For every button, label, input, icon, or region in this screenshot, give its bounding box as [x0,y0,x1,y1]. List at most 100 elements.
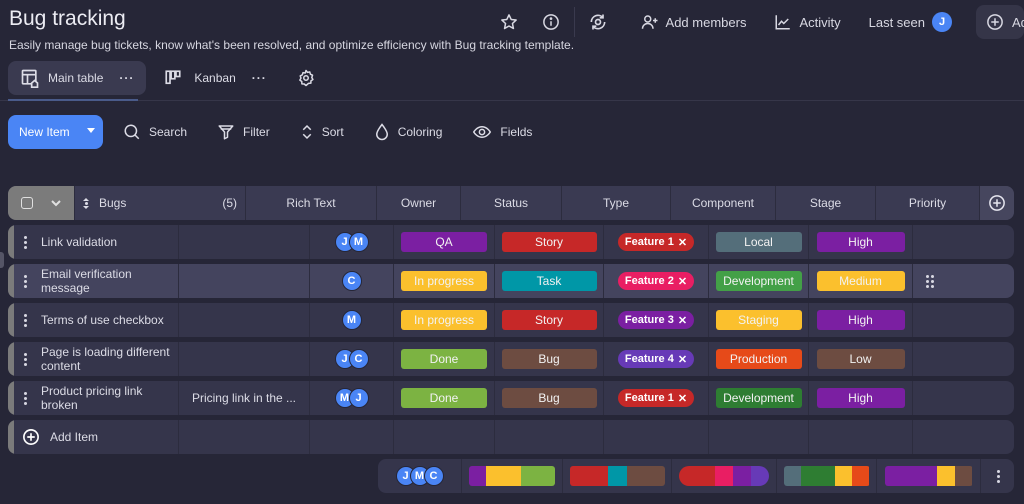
tab-menu-icon[interactable]: ··· [119,71,134,85]
item-name-cell[interactable]: Email verification message [14,264,179,298]
priority-cell[interactable]: Low [809,342,913,376]
column-header-status[interactable]: Status [461,186,562,220]
stage-cell[interactable]: Local [709,225,809,259]
status-cell[interactable]: In progress [394,303,495,337]
rich-text-cell[interactable] [179,303,310,337]
row-extra-cell[interactable] [913,264,947,298]
component-cell[interactable]: Feature 3 ✕ [604,303,709,337]
row-menu-icon[interactable] [24,274,27,288]
column-header-priority[interactable]: Priority [876,186,980,220]
row-menu-icon[interactable] [24,352,27,366]
avatar[interactable]: M [341,310,362,330]
rich-text-cell[interactable]: Pricing link in the ... [179,381,310,415]
add-item-button[interactable]: Add Item [14,420,179,454]
fields-button[interactable]: Fields [472,123,532,141]
search-button[interactable]: Search [123,123,187,141]
avatar[interactable]: M [348,232,369,252]
view-settings-button[interactable] [285,61,327,95]
rich-text-cell[interactable] [179,342,310,376]
priority-cell[interactable]: High [809,303,913,337]
status-cell[interactable]: Done [394,381,495,415]
column-header-rich-text[interactable]: Rich Text [246,186,377,220]
table-row[interactable]: Product pricing link broken Pricing link… [8,381,1014,415]
drag-grip-icon[interactable] [926,274,934,288]
group-header[interactable]: Bugs (5) [75,186,246,220]
component-cell[interactable]: Feature 1 ✕ [604,225,709,259]
type-cell[interactable]: Bug [495,342,604,376]
item-name-cell[interactable]: Product pricing link broken [14,381,179,415]
column-header-owner[interactable]: Owner [377,186,461,220]
table-row[interactable]: Page is loading different content JC Don… [8,342,1014,376]
column-header-stage[interactable]: Stage [776,186,876,220]
row-menu-icon[interactable] [24,235,27,249]
sync-icon[interactable] [583,7,613,37]
table-row[interactable]: Email verification message C In progress… [8,264,1014,298]
row-menu-icon[interactable] [24,313,27,327]
rich-text-cell[interactable] [179,264,310,298]
summary-menu-button[interactable] [981,459,1014,493]
filter-button[interactable]: Filter [217,123,270,141]
owner-cell[interactable]: C [310,264,394,298]
add-button[interactable]: Add [976,5,1024,39]
add-members-button[interactable]: Add members [627,6,761,38]
star-icon[interactable] [494,7,524,37]
remove-tag-icon[interactable]: ✕ [678,392,687,405]
type-cell[interactable]: Story [495,303,604,337]
tab-menu-icon[interactable]: ··· [252,71,267,85]
remove-tag-icon[interactable]: ✕ [678,353,687,366]
stage-badge: Development [715,388,802,408]
stage-cell[interactable]: Development [709,264,809,298]
priority-badge: Low [816,349,905,369]
avatar[interactable]: C [341,271,362,291]
info-icon[interactable] [536,7,566,37]
column-header-type[interactable]: Type [562,186,671,220]
component-label: Feature 4 [624,353,674,365]
owner-cell[interactable]: JM [310,225,394,259]
component-cell[interactable]: Feature 4 ✕ [604,342,709,376]
rich-text-cell[interactable] [179,225,310,259]
status-cell[interactable]: Done [394,342,495,376]
priority-cell[interactable]: High [809,381,913,415]
select-all-checkbox[interactable] [20,197,33,209]
type-cell[interactable]: Bug [495,381,604,415]
avatar[interactable]: C [348,349,369,369]
stage-cell[interactable]: Production [709,342,809,376]
owner-cell[interactable]: JC [310,342,394,376]
tab-main-table[interactable]: Main table ··· [8,61,147,95]
table-row[interactable]: Link validation JM QA Story Feature 1 ✕ L… [8,225,1014,259]
status-cell[interactable]: QA [394,225,495,259]
tabs-divider [0,100,1024,101]
sidebar-toggle[interactable] [0,252,4,268]
priority-cell[interactable]: Medium [809,264,913,298]
stage-cell[interactable]: Staging [709,303,809,337]
sort-button[interactable]: Sort [300,123,344,141]
stage-cell[interactable]: Development [709,381,809,415]
remove-tag-icon[interactable]: ✕ [678,314,687,327]
table-row[interactable]: Terms of use checkbox M In progress Stor… [8,303,1014,337]
column-header-component[interactable]: Component [671,186,776,220]
item-name-cell[interactable]: Terms of use checkbox [14,303,179,337]
status-cell[interactable]: In progress [394,264,495,298]
component-cell[interactable]: Feature 1 ✕ [604,381,709,415]
activity-button[interactable]: Activity [760,6,854,38]
priority-cell[interactable]: High [809,225,913,259]
item-name-cell[interactable]: Page is loading different content [14,342,179,376]
component-cell[interactable]: Feature 2 ✕ [604,264,709,298]
item-name-cell[interactable]: Link validation [14,225,179,259]
type-cell[interactable]: Story [495,225,604,259]
owner-cell[interactable]: MJ [310,381,394,415]
caret-down-icon[interactable] [87,128,95,133]
last-seen-button[interactable]: Last seen J [855,6,966,38]
row-menu-icon[interactable] [24,391,27,405]
avatar[interactable]: J [348,388,369,408]
remove-tag-icon[interactable]: ✕ [678,236,687,249]
coloring-button[interactable]: Coloring [374,123,442,141]
owner-cell[interactable]: M [310,303,394,337]
type-cell[interactable]: Task [495,264,604,298]
drag-handle-icon[interactable] [83,197,89,209]
remove-tag-icon[interactable]: ✕ [678,275,687,288]
new-item-button[interactable]: New Item [8,115,103,149]
chevron-down-icon[interactable] [50,197,62,209]
tab-kanban[interactable]: Kanban ··· [152,61,278,95]
add-column-button[interactable] [980,186,1014,220]
